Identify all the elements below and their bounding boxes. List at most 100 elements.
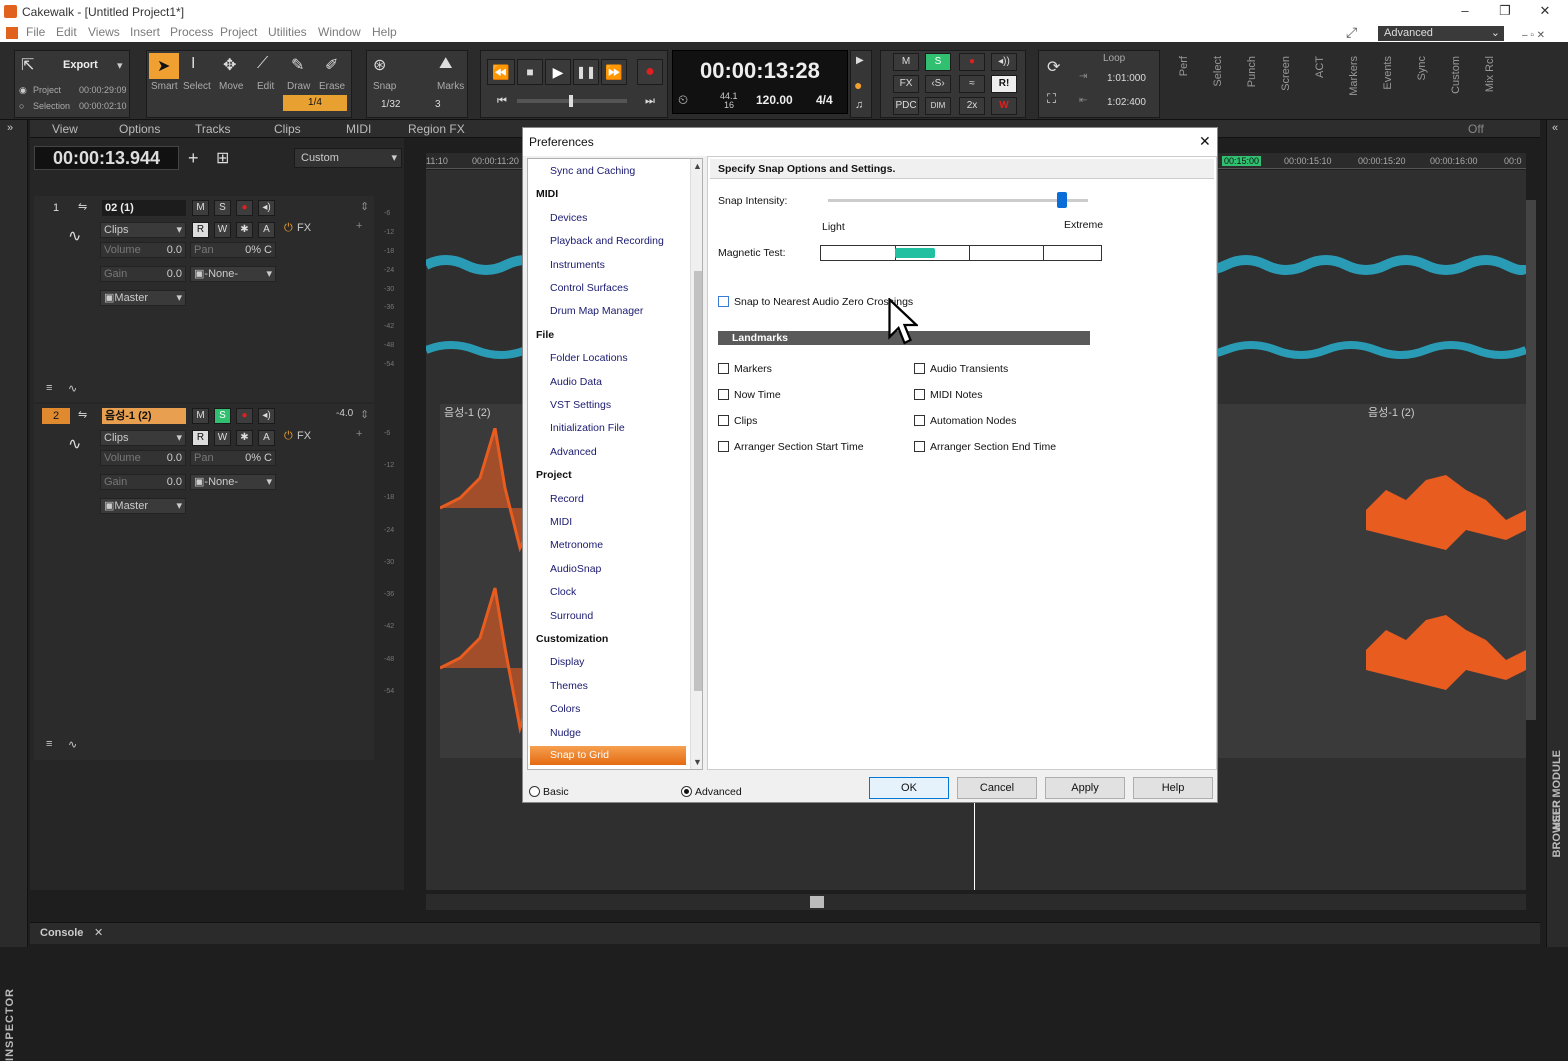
pdc-button[interactable]: PDC xyxy=(893,97,919,115)
minimize-icon[interactable]: – xyxy=(1450,3,1480,18)
pan-slider[interactable]: Pan 0% C xyxy=(190,242,276,258)
snap-value-field[interactable]: 1/4 xyxy=(283,95,347,111)
nav-item-drum-map-manager[interactable]: Drum Map Manager xyxy=(550,305,643,317)
menu-insert[interactable]: Insert xyxy=(130,25,160,39)
expand-icon[interactable]: ⤢ xyxy=(1346,24,1357,41)
nav-item-clock[interactable]: Clock xyxy=(550,586,576,598)
output-select[interactable]: ▣Master ▾ xyxy=(100,290,186,306)
module-custom[interactable]: Custom xyxy=(1450,56,1462,94)
menu-help[interactable]: Help xyxy=(372,25,397,39)
view-menu-view[interactable]: View xyxy=(52,122,78,136)
automation-button[interactable]: ✱ xyxy=(236,222,253,238)
checkbox-audio-transients[interactable] xyxy=(914,363,925,374)
menu-views[interactable]: Views xyxy=(88,25,120,39)
module-act[interactable]: ACT xyxy=(1314,56,1326,78)
nav-item-midi[interactable]: MIDI xyxy=(536,188,558,200)
project-radio[interactable]: ◉ xyxy=(19,85,27,96)
snap-intensity-thumb[interactable] xyxy=(1057,192,1067,208)
fx-bypass-button[interactable]: FX xyxy=(893,75,919,93)
nav-item-vst-settings[interactable]: VST Settings xyxy=(550,399,611,411)
chevron-down-icon[interactable]: ▾ xyxy=(117,59,123,72)
expand-icon[interactable]: ⇕ xyxy=(360,200,369,213)
scroll-down-icon[interactable]: ▼ xyxy=(693,757,702,767)
apply-button[interactable]: Apply xyxy=(1045,777,1125,799)
nav-item-nudge[interactable]: Nudge xyxy=(550,727,581,739)
horizontal-scroll-thumb[interactable] xyxy=(810,896,824,908)
menu-edit[interactable]: Edit xyxy=(56,25,77,39)
mute-button[interactable]: M xyxy=(192,408,209,424)
snap-magnet-icon[interactable]: ⊛ xyxy=(373,55,386,75)
restore-icon[interactable]: ❐ xyxy=(1490,3,1520,19)
stop-button[interactable]: ■ xyxy=(517,59,543,85)
nav-item-themes[interactable]: Themes xyxy=(550,680,588,692)
horizontal-scrollbar[interactable] xyxy=(426,894,1526,910)
track-name[interactable]: 02 (1) xyxy=(102,200,186,216)
close-icon[interactable]: ✕ xyxy=(1530,3,1560,19)
dim-button[interactable]: DIM xyxy=(925,97,951,115)
nav-item-advanced[interactable]: Advanced xyxy=(550,446,597,458)
now-time-clock[interactable]: 00:00:13:28 xyxy=(700,58,820,84)
track-layout-icon[interactable]: ≡ xyxy=(46,738,52,750)
nav-item-playback-and-recording[interactable]: Playback and Recording xyxy=(550,235,664,247)
mute-button[interactable]: M xyxy=(192,200,209,216)
track-name[interactable]: 음성-1 (2) xyxy=(102,408,186,424)
snap-resolution[interactable]: 1/32 xyxy=(381,99,400,110)
menu-process[interactable]: Process xyxy=(170,25,213,39)
nav-item-instruments[interactable]: Instruments xyxy=(550,259,605,271)
gain-slider[interactable]: Gain 0.0 xyxy=(100,474,186,490)
clips-select[interactable]: Clips ▾ xyxy=(100,430,186,446)
smart-tool-button[interactable]: ➤ xyxy=(149,53,179,79)
export-button[interactable]: Export xyxy=(63,59,98,71)
add-fx-icon[interactable]: + xyxy=(356,220,362,232)
checkbox-automation-nodes[interactable] xyxy=(914,415,925,426)
input-echo-button[interactable]: ◂)) xyxy=(991,53,1017,71)
automation-lane-icon[interactable]: ∿ xyxy=(68,738,77,751)
module-punch[interactable]: Punch xyxy=(1246,56,1258,87)
now-time-marker[interactable] xyxy=(974,802,975,890)
timeline-clock[interactable]: 00:00:13.944 xyxy=(34,146,179,170)
nav-item-customization[interactable]: Customization xyxy=(536,633,608,645)
nav-item-initialization-file[interactable]: Initialization File xyxy=(550,422,625,434)
track-layout-icon[interactable]: ≡ xyxy=(46,382,52,394)
select-tool-icon[interactable]: I xyxy=(191,55,195,73)
draw-tool-icon[interactable]: ✎ xyxy=(291,55,304,75)
window-controls-icon[interactable]: – ▫ ✕ xyxy=(1522,30,1545,41)
nav-item-display[interactable]: Display xyxy=(550,656,584,668)
checkbox-arranger-section-end-time[interactable] xyxy=(914,441,925,452)
volume-slider[interactable]: Volume 0.0 xyxy=(100,450,186,466)
clip-label[interactable]: 음성-1 (2) xyxy=(444,404,491,420)
double-speed-button[interactable]: 2x xyxy=(959,97,985,115)
vertical-scrollbar[interactable] xyxy=(1526,200,1536,720)
nav-item-file[interactable]: File xyxy=(536,329,554,341)
read-button[interactable]: R xyxy=(192,430,209,446)
module-screen[interactable]: Screen xyxy=(1280,56,1292,91)
expand-icon[interactable]: ⇕ xyxy=(360,408,369,421)
close-icon[interactable]: ✕ xyxy=(1199,133,1211,150)
help-module-tab[interactable]: HELP MODULE xyxy=(1551,750,1563,830)
clip-label[interactable]: 음성-1 (2) xyxy=(1368,404,1415,420)
view-menu-midi[interactable]: MIDI xyxy=(346,122,371,136)
arm-all-button[interactable]: ● xyxy=(959,53,985,71)
export-icon[interactable]: ⇱ xyxy=(21,55,34,75)
menu-utilities[interactable]: Utilities xyxy=(268,25,307,39)
solo-button[interactable]: S xyxy=(214,408,231,424)
console-tab[interactable]: Console xyxy=(40,927,83,939)
goto-end-icon[interactable]: ⏭ xyxy=(645,95,655,108)
edit-tool-icon[interactable]: ⟋ xyxy=(257,55,268,73)
nav-item-metronome[interactable]: Metronome xyxy=(550,539,603,551)
nav-item-sync-and-caching[interactable]: Sync and Caching xyxy=(550,165,635,177)
input-select[interactable]: ▣-None- ▾ xyxy=(190,474,276,490)
move-tool-icon[interactable]: ✥ xyxy=(223,55,236,75)
solo-all-button[interactable]: S xyxy=(925,53,951,71)
automation-button[interactable]: ✱ xyxy=(236,430,253,446)
input-echo-button[interactable]: ◂) xyxy=(258,408,275,424)
nav-item-devices[interactable]: Devices xyxy=(550,212,587,224)
write-button[interactable]: W xyxy=(214,222,231,238)
ok-button[interactable]: OK xyxy=(869,777,949,799)
power-icon[interactable]: ⏻ xyxy=(284,430,293,443)
position-slider[interactable] xyxy=(517,95,627,107)
nav-scrollbar[interactable]: ▲ ▼ xyxy=(690,159,702,769)
marks-value[interactable]: 3 xyxy=(435,99,441,110)
menu-project[interactable]: Project xyxy=(220,25,257,39)
view-menu-tracks[interactable]: Tracks xyxy=(195,122,231,136)
